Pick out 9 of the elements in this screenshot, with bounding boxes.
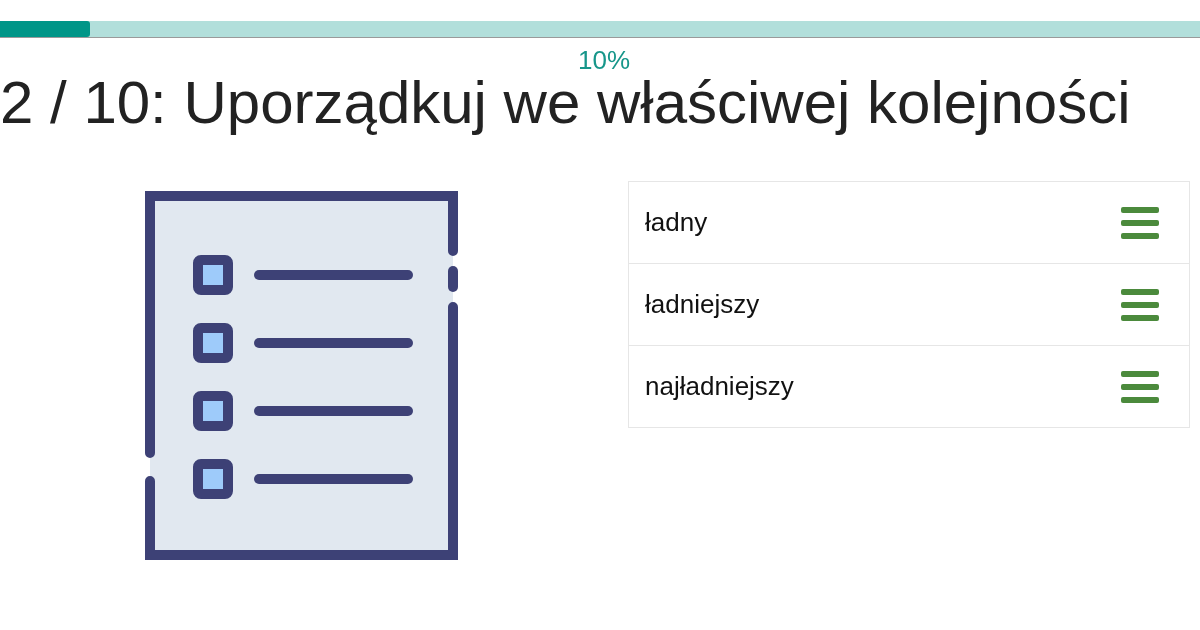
drag-handle-icon[interactable]: [1121, 288, 1159, 321]
item-text: ładniejszy: [645, 289, 760, 320]
list-item[interactable]: ładny: [629, 182, 1189, 263]
item-text: najładniejszy: [645, 371, 794, 402]
item-text: ładny: [645, 207, 708, 238]
drag-handle-icon[interactable]: [1121, 206, 1159, 239]
list-item[interactable]: ładniejszy: [629, 263, 1189, 345]
drag-handle-icon[interactable]: [1121, 370, 1159, 403]
list-item[interactable]: najładniejszy: [629, 345, 1189, 427]
